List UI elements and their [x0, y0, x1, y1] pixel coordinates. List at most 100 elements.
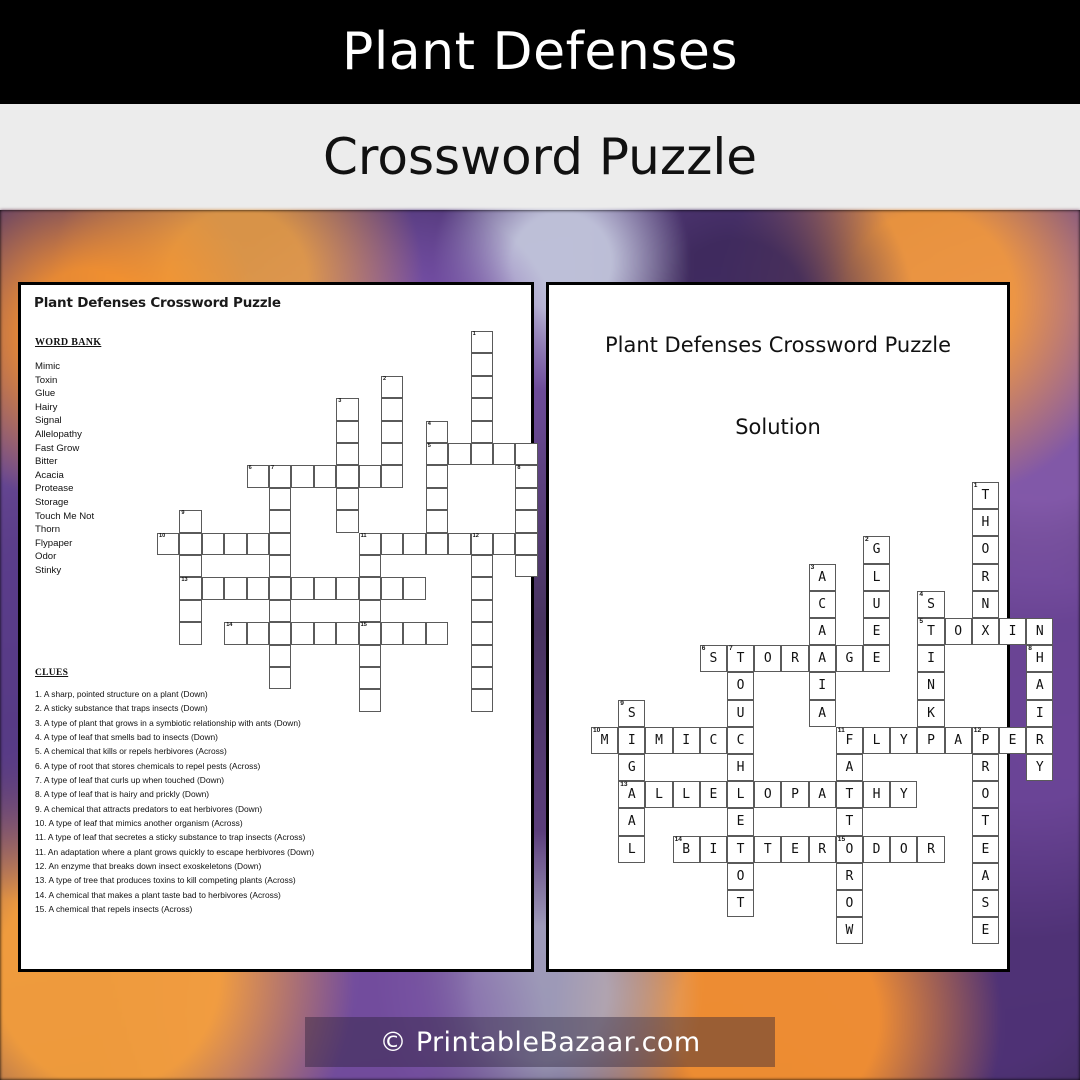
crossword-cell[interactable]: U	[727, 699, 755, 727]
crossword-cell[interactable]	[381, 465, 404, 488]
crossword-cell[interactable]	[515, 510, 538, 533]
crossword-cell[interactable]: T	[727, 890, 755, 918]
crossword-cell[interactable]	[403, 577, 426, 600]
crossword-cell[interactable]	[269, 487, 292, 511]
crossword-cell[interactable]: O	[944, 618, 972, 646]
crossword-cell[interactable]	[313, 577, 337, 600]
crossword-cell[interactable]: 9S	[618, 699, 646, 727]
crossword-cell[interactable]: T	[835, 781, 863, 809]
crossword-cell[interactable]	[358, 465, 381, 488]
crossword-cell[interactable]: 10 M	[591, 726, 619, 754]
crossword-cell[interactable]: I	[917, 645, 945, 673]
crossword-cell[interactable]: O	[727, 672, 755, 700]
crossword-cell[interactable]: E	[863, 618, 891, 646]
crossword-cell[interactable]: 14 B	[672, 835, 700, 863]
crossword-cell[interactable]: 1T	[971, 482, 999, 510]
crossword-cell[interactable]: 4	[425, 420, 449, 443]
crossword-cell[interactable]: Y	[890, 781, 918, 809]
crossword-cell[interactable]: L	[618, 835, 646, 863]
crossword-cell[interactable]	[179, 532, 202, 555]
crossword-cell[interactable]: G	[618, 754, 646, 782]
crossword-cell[interactable]: Y	[890, 726, 918, 754]
crossword-cell[interactable]	[381, 577, 404, 600]
crossword-cell[interactable]	[381, 443, 404, 466]
crossword-cell[interactable]: 8	[515, 465, 538, 488]
crossword-cell[interactable]	[470, 443, 493, 466]
crossword-cell[interactable]	[403, 532, 426, 555]
crossword-cell[interactable]	[470, 599, 493, 623]
crossword-cell[interactable]: 3	[336, 398, 359, 421]
crossword-cell[interactable]: E	[699, 781, 727, 809]
crossword-cell[interactable]: 5	[425, 443, 449, 466]
crossword-cell[interactable]: 6S	[699, 645, 727, 673]
crossword-cell[interactable]	[179, 599, 202, 623]
crossword-cell[interactable]	[515, 443, 538, 466]
crossword-cell[interactable]	[201, 577, 225, 600]
crossword-cell[interactable]	[336, 577, 359, 600]
crossword-cell[interactable]	[291, 622, 314, 645]
crossword-cell[interactable]: 15 O	[835, 835, 863, 863]
crossword-cell[interactable]	[179, 622, 202, 645]
crossword-cell[interactable]: U	[863, 590, 891, 618]
crossword-cell[interactable]	[269, 577, 292, 600]
crossword-cell[interactable]	[358, 599, 381, 623]
crossword-cell[interactable]	[470, 667, 493, 690]
crossword-cell[interactable]: O	[754, 781, 782, 809]
crossword-cell[interactable]: O	[727, 862, 755, 890]
crossword-cell[interactable]: R	[781, 645, 809, 673]
crossword-cell[interactable]: 13 A	[618, 781, 646, 809]
crossword-cell[interactable]: 3A	[808, 563, 836, 591]
crossword-cell[interactable]	[470, 622, 493, 645]
crossword-cell[interactable]	[470, 555, 493, 578]
crossword-cell[interactable]: 2G	[863, 536, 891, 564]
crossword-cell[interactable]: A	[971, 862, 999, 890]
crossword-cell[interactable]: E	[971, 835, 999, 863]
crossword-cell[interactable]	[425, 510, 449, 533]
crossword-cell[interactable]	[269, 555, 292, 578]
crossword-cell[interactable]: I	[1026, 699, 1054, 727]
crossword-cell[interactable]	[336, 465, 359, 488]
crossword-cell[interactable]: Y	[1026, 754, 1054, 782]
crossword-cell[interactable]: 7T	[727, 645, 755, 673]
crossword-cell[interactable]: A	[618, 808, 646, 836]
crossword-cell[interactable]: M	[645, 726, 673, 754]
crossword-cell[interactable]: O	[890, 835, 918, 863]
crossword-cell[interactable]: H	[727, 754, 755, 782]
crossword-cell[interactable]	[246, 577, 269, 600]
crossword-cell[interactable]	[381, 420, 404, 443]
crossword-cell[interactable]: 11	[358, 532, 381, 555]
crossword-cell[interactable]	[470, 353, 493, 376]
crossword-cell[interactable]: A	[808, 781, 836, 809]
crossword-cell[interactable]: O	[754, 645, 782, 673]
crossword-cell[interactable]: P	[781, 781, 809, 809]
crossword-cell[interactable]	[470, 420, 493, 443]
crossword-cell[interactable]	[470, 375, 493, 399]
crossword-cell[interactable]: 4S	[917, 590, 945, 618]
crossword-cell[interactable]: A	[808, 645, 836, 673]
crossword-cell[interactable]	[336, 420, 359, 443]
crossword-cell[interactable]: I	[618, 726, 646, 754]
crossword-cell[interactable]: R	[917, 835, 945, 863]
crossword-cell[interactable]	[246, 532, 269, 555]
crossword-cell[interactable]: A	[808, 699, 836, 727]
crossword-cell[interactable]: N	[971, 590, 999, 618]
crossword-cell[interactable]	[425, 622, 449, 645]
crossword-cell[interactable]	[448, 532, 471, 555]
crossword-cell[interactable]	[269, 599, 292, 623]
crossword-cell[interactable]: W	[835, 917, 863, 945]
crossword-cell[interactable]	[358, 577, 381, 600]
crossword-cell[interactable]	[269, 622, 292, 645]
crossword-cell[interactable]: I	[699, 835, 727, 863]
crossword-cell[interactable]: 2	[381, 375, 404, 399]
crossword-cell[interactable]	[336, 622, 359, 645]
crossword-cell[interactable]: T	[727, 835, 755, 863]
crossword-cell[interactable]: C	[699, 726, 727, 754]
crossword-cell[interactable]	[515, 532, 538, 555]
crossword-cell[interactable]: 6	[246, 465, 269, 488]
crossword-cell[interactable]: R	[971, 563, 999, 591]
crossword-cell[interactable]	[269, 667, 292, 690]
crossword-cell[interactable]: 11 F	[835, 726, 863, 754]
crossword-cell[interactable]	[336, 487, 359, 511]
crossword-cell[interactable]	[470, 398, 493, 421]
crossword-cell[interactable]	[425, 487, 449, 511]
